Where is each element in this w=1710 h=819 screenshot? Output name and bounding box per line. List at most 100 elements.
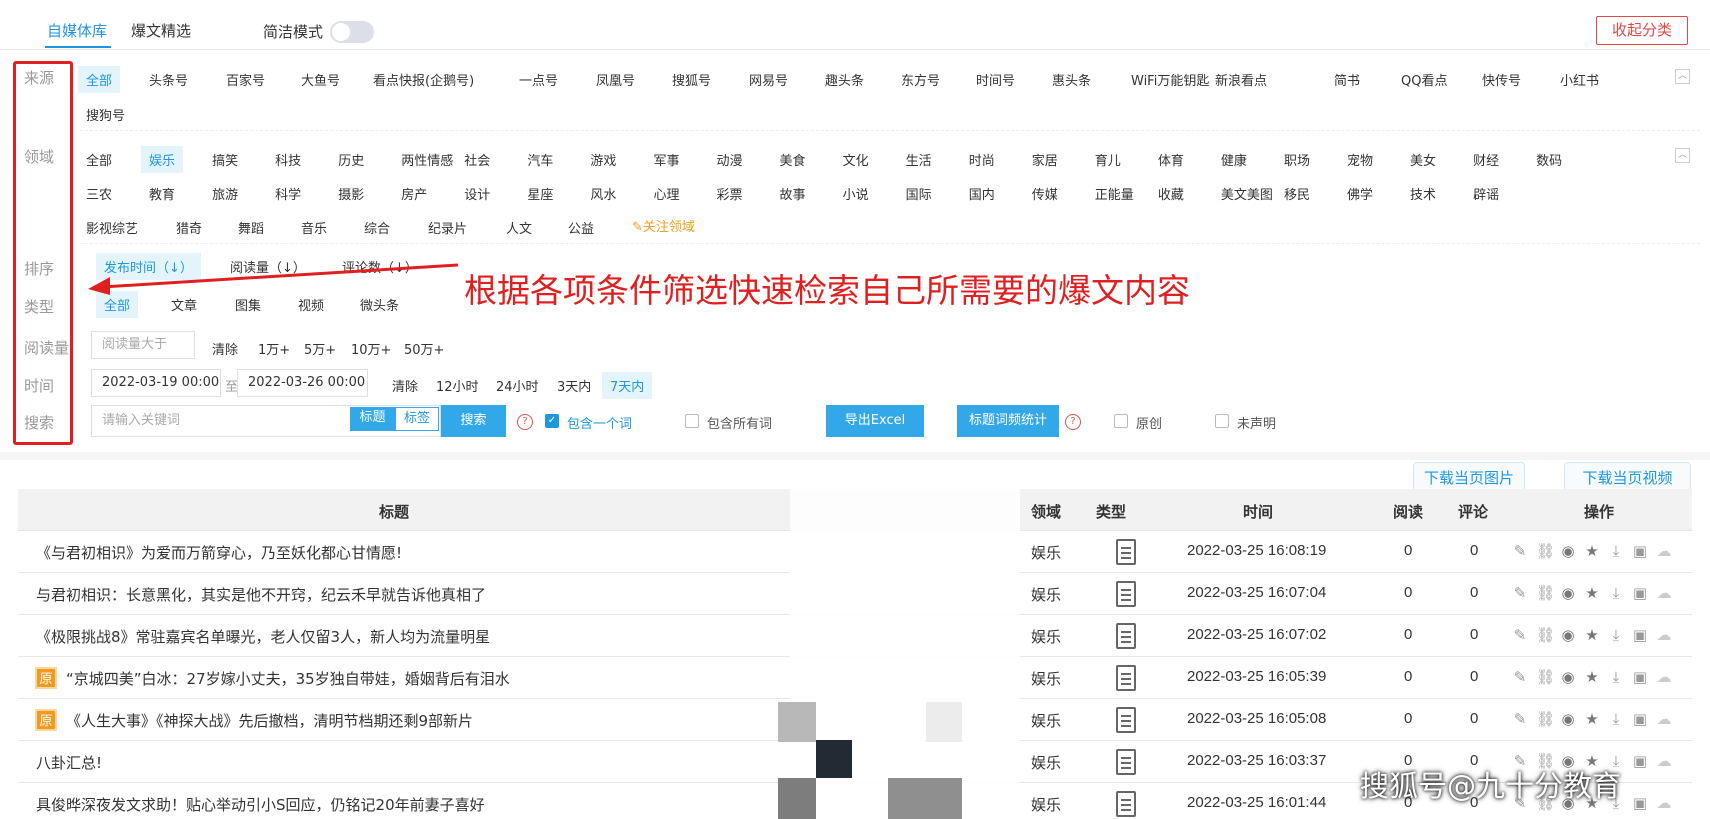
article-title[interactable]: 具俊晔深夜发文求助！贴心举动引小S回应，仍铭记20年前妻子喜好: [36, 794, 485, 815]
domain-option[interactable]: 音乐: [293, 214, 335, 241]
time-option[interactable]: 3天内: [549, 372, 599, 399]
note-icon[interactable]: ✎: [1512, 585, 1528, 601]
note-icon[interactable]: ✎: [1512, 627, 1528, 643]
domain-option[interactable]: 全部: [78, 146, 120, 173]
article-title[interactable]: 《与君初相识》为爱而万箭穿心，乃至妖化都心甘情愿!: [36, 542, 402, 563]
download-icon[interactable]: ⤓: [1608, 543, 1624, 559]
note-icon[interactable]: ✎: [1512, 669, 1528, 685]
time-option[interactable]: 12小时: [428, 372, 487, 399]
domain-option[interactable]: 搞笑: [204, 146, 246, 173]
domain-option[interactable]: 旅游: [204, 180, 246, 207]
star-icon[interactable]: ★: [1584, 669, 1600, 685]
domain-option[interactable]: 影视综艺: [78, 214, 146, 241]
domain-option[interactable]: 科学: [267, 180, 309, 207]
image-icon[interactable]: ▣: [1632, 669, 1648, 685]
domain-option[interactable]: 房产: [393, 180, 435, 207]
domain-option[interactable]: 综合: [356, 214, 398, 241]
domain-option[interactable]: 育儿: [1087, 146, 1129, 173]
collapse-domain-icon[interactable]: ︿: [1675, 148, 1690, 163]
reads-option[interactable]: 5万+: [296, 335, 344, 362]
cloud-icon[interactable]: ☁: [1656, 669, 1672, 685]
include-one-checkbox[interactable]: ✓: [545, 414, 559, 428]
domain-option[interactable]: 佛学: [1339, 180, 1381, 207]
end-time-input[interactable]: 2022-03-26 00:00: [237, 369, 368, 397]
include-all-checkbox[interactable]: [685, 414, 699, 428]
source-option[interactable]: 趣头条: [817, 66, 872, 93]
source-option[interactable]: 简书: [1326, 66, 1368, 93]
domain-option[interactable]: 国际: [898, 180, 940, 207]
source-option[interactable]: 凤凰号: [588, 66, 643, 93]
image-icon[interactable]: ▣: [1632, 543, 1648, 559]
view-icon[interactable]: ◉: [1560, 627, 1576, 643]
domain-option[interactable]: 职场: [1276, 146, 1318, 173]
article-title[interactable]: 《极限挑战8》常驻嘉宾名单曝光，老人仅留3人，新人均为流量明星: [36, 626, 490, 647]
source-option[interactable]: WiFi万能钥匙: [1123, 66, 1217, 93]
download-icon[interactable]: ⤓: [1608, 627, 1624, 643]
link-icon[interactable]: ⛓: [1536, 585, 1555, 601]
domain-option[interactable]: 两性情感: [393, 146, 461, 173]
download-icon[interactable]: ⤓: [1608, 711, 1624, 727]
domain-option[interactable]: 家居: [1024, 146, 1066, 173]
source-option[interactable]: 百家号: [218, 66, 273, 93]
domain-option[interactable]: 数码: [1528, 146, 1570, 173]
image-icon[interactable]: ▣: [1632, 627, 1648, 643]
link-icon[interactable]: ⛓: [1536, 669, 1555, 685]
domain-option[interactable]: 动漫: [709, 146, 751, 173]
time-option[interactable]: 7天内: [602, 372, 653, 399]
domain-option[interactable]: 游戏: [582, 146, 624, 173]
reads-option[interactable]: 1万+: [250, 335, 298, 362]
seg-tag[interactable]: 标签: [395, 407, 439, 431]
domain-option[interactable]: 宠物: [1339, 146, 1381, 173]
domain-option[interactable]: 文化: [835, 146, 877, 173]
source-option[interactable]: QQ看点: [1393, 66, 1455, 93]
article-title[interactable]: 八卦汇总!: [36, 752, 102, 773]
start-time-input[interactable]: 2022-03-19 00:00: [91, 369, 221, 397]
undeclared-checkbox[interactable]: [1215, 414, 1229, 428]
type-option[interactable]: 图集: [227, 291, 269, 318]
domain-option[interactable]: 美女: [1402, 146, 1444, 173]
reads-option[interactable]: 10万+: [343, 335, 399, 362]
domain-option[interactable]: 公益: [560, 214, 602, 241]
source-option[interactable]: 头条号: [141, 66, 196, 93]
domain-option[interactable]: 财经: [1465, 146, 1507, 173]
view-icon[interactable]: ◉: [1560, 585, 1576, 601]
type-option[interactable]: 视频: [290, 291, 332, 318]
domain-option[interactable]: 舞蹈: [230, 214, 272, 241]
domain-option[interactable]: 军事: [645, 146, 687, 173]
image-icon[interactable]: ▣: [1632, 711, 1648, 727]
link-icon[interactable]: ⛓: [1536, 711, 1555, 727]
star-icon[interactable]: ★: [1584, 711, 1600, 727]
star-icon[interactable]: ★: [1584, 627, 1600, 643]
article-title[interactable]: 《人生大事》《神探大战》先后撤档，清明节档期还剩9部新片: [66, 710, 473, 731]
article-title[interactable]: “京城四美”白冰：27岁嫁小丈夫，35岁独自带娃，婚姻背后有泪水: [66, 668, 510, 689]
view-icon[interactable]: ◉: [1560, 669, 1576, 685]
domain-option[interactable]: 娱乐: [141, 146, 184, 173]
cloud-icon[interactable]: ☁: [1656, 711, 1672, 727]
source-option[interactable]: 时间号: [968, 66, 1023, 93]
cloud-icon[interactable]: ☁: [1656, 543, 1672, 559]
time-option[interactable]: 清除: [384, 372, 426, 399]
domain-option[interactable]: 社会: [456, 146, 498, 173]
source-option[interactable]: 看点快报(企鹅号): [365, 66, 482, 93]
source-option[interactable]: 搜狐号: [664, 66, 719, 93]
help-icon[interactable]: ?: [517, 414, 533, 430]
source-option[interactable]: 大鱼号: [293, 66, 348, 93]
cloud-icon[interactable]: ☁: [1656, 627, 1672, 643]
follow-domain-link[interactable]: ✎关注领域: [632, 216, 695, 235]
download-videos-button[interactable]: 下载当页视频: [1564, 462, 1691, 492]
domain-option[interactable]: 三农: [78, 180, 120, 207]
domain-option[interactable]: 彩票: [709, 180, 751, 207]
source-option[interactable]: 惠头条: [1044, 66, 1099, 93]
domain-option[interactable]: 健康: [1213, 146, 1255, 173]
view-icon[interactable]: ◉: [1560, 543, 1576, 559]
time-option[interactable]: 24小时: [488, 372, 547, 399]
domain-option[interactable]: 风水: [582, 180, 624, 207]
reads-option[interactable]: 清除: [204, 335, 246, 362]
domain-option[interactable]: 历史: [330, 146, 372, 173]
download-icon[interactable]: ⤓: [1608, 585, 1624, 601]
cloud-icon[interactable]: ☁: [1656, 753, 1672, 769]
domain-option[interactable]: 生活: [898, 146, 940, 173]
search-button[interactable]: 搜索: [441, 405, 506, 437]
download-images-button[interactable]: 下载当页图片: [1413, 462, 1525, 492]
cloud-icon[interactable]: ☁: [1656, 585, 1672, 601]
